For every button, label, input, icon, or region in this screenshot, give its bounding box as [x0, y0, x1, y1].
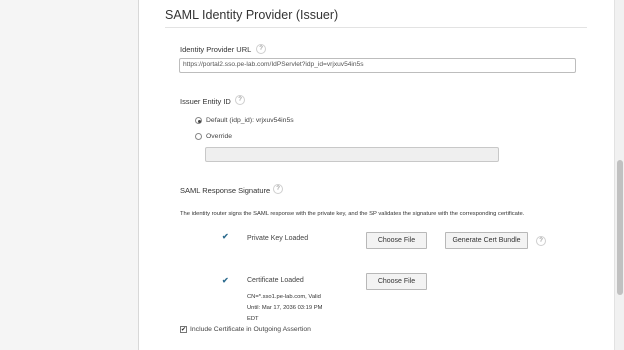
saml-signature-label: SAML Response Signature [180, 186, 271, 195]
private-key-checkmark-icon: ✔ [222, 232, 229, 241]
issuer-override-label: Override [206, 133, 233, 140]
left-panel-background [0, 0, 139, 350]
issuer-entity-id-help-icon[interactable]: ? [235, 95, 245, 105]
issuer-entity-id-label: Issuer Entity ID [180, 97, 231, 106]
certificate-timezone: EDT [247, 316, 259, 322]
include-certificate-checkbox[interactable]: ✔ [180, 326, 187, 333]
include-certificate-label: Include Certificate in Outgoing Assertio… [190, 326, 311, 333]
section-title: SAML Identity Provider (Issuer) [165, 8, 339, 22]
saml-signature-help-icon[interactable]: ? [273, 184, 283, 194]
idp-url-help-icon[interactable]: ? [256, 44, 266, 54]
saml-signature-description: The identity router signs the SAML respo… [180, 211, 525, 217]
issuer-default-radio[interactable] [195, 117, 202, 124]
issuer-default-label: Default (idp_id): vrjxuv54in5s [206, 117, 294, 124]
idp-url-field[interactable]: https://portal2.sso.pe-lab.com/IdPServle… [179, 58, 576, 73]
section-divider [165, 27, 587, 28]
generate-cert-help-icon[interactable]: ? [536, 236, 546, 246]
vertical-scrollbar[interactable] [614, 0, 624, 350]
certificate-cn: CN=*.sso1.pe-lab.com, Valid [247, 294, 321, 300]
certificate-status: Certificate Loaded [247, 277, 304, 284]
private-key-status: Private Key Loaded [247, 235, 309, 242]
idp-url-label: Identity Provider URL [180, 45, 252, 54]
generate-cert-bundle-button[interactable]: Generate Cert Bundle [445, 232, 528, 249]
certificate-checkmark-icon: ✔ [222, 276, 229, 285]
scrollbar-thumb[interactable] [617, 160, 623, 295]
main-content: SAML Identity Provider (Issuer) Identity… [140, 0, 614, 350]
private-key-choose-file-button[interactable]: Choose File [366, 232, 427, 249]
issuer-override-radio[interactable] [195, 133, 202, 140]
issuer-override-input[interactable] [205, 147, 499, 162]
certificate-valid-until: Until: Mar 17, 2036 03:19 PM [247, 305, 323, 311]
certificate-choose-file-button[interactable]: Choose File [366, 273, 427, 290]
